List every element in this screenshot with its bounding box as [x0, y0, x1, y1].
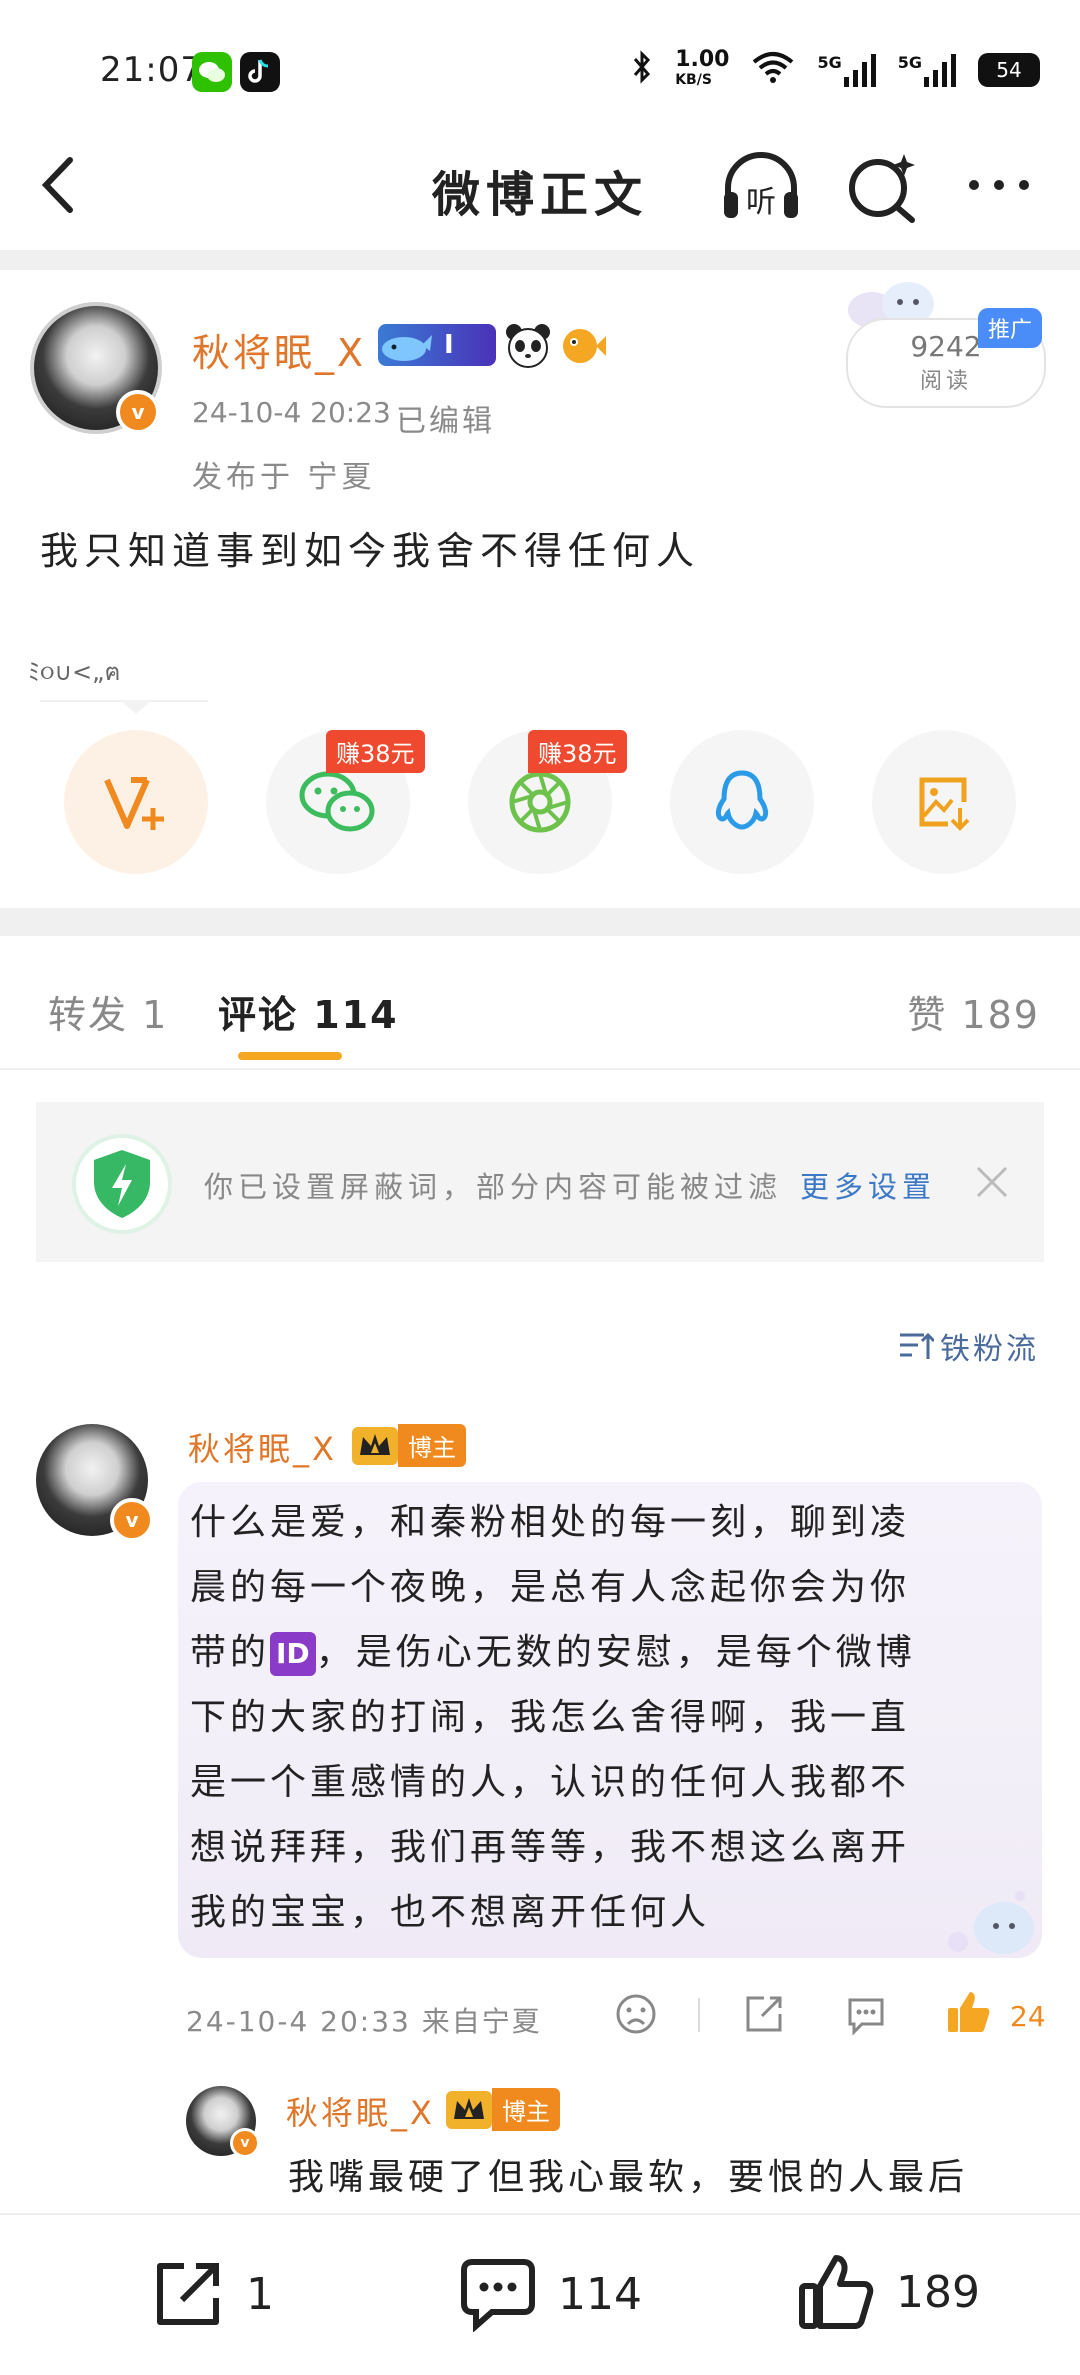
- blogger-badge-label: 博主: [398, 1424, 466, 1467]
- reply-username[interactable]: 秋将眠_X: [286, 2088, 435, 2134]
- more-dots-icon: [969, 180, 1029, 190]
- share-weibo-button[interactable]: [64, 730, 208, 874]
- comment-line: 什么是爱，和秦粉相处的每一刻，聊到凌: [190, 1502, 911, 1543]
- comment-like-count: 24: [1010, 2000, 1046, 2033]
- reply-badge-label: 博主: [492, 2088, 560, 2131]
- promo-badge: 推广: [978, 308, 1043, 348]
- comment-username[interactable]: 秋将眠_X: [188, 1424, 337, 1470]
- comment-bubble-icon: [461, 2259, 535, 2332]
- reply-verified-icon: v: [230, 2128, 260, 2158]
- tab-repost[interactable]: 转发 1: [48, 984, 168, 1039]
- earn-badge-2: 赚38元: [528, 730, 627, 773]
- bottom-like-button[interactable]: 189: [796, 2252, 980, 2332]
- bubble-mascot-decoration: [944, 1884, 1040, 1960]
- blogger-badge: 博主: [352, 1424, 466, 1467]
- tooltip-caret: [120, 700, 152, 714]
- close-notice-button[interactable]: [974, 1164, 1010, 1200]
- wechat-icon: [299, 771, 375, 832]
- battery-indicator: 54: [978, 53, 1040, 87]
- comment-meta: 24-10-4 20:33 来自宁夏: [186, 2005, 542, 2038]
- comment-line: 想说拜拜，我们再等等，我不想这么离开: [190, 1827, 911, 1868]
- earn-badge-1: 赚38元: [326, 730, 425, 773]
- v-plus-icon: [104, 777, 164, 830]
- bottom-like-count: 189: [896, 2266, 980, 2318]
- section-divider: [0, 250, 1080, 270]
- notice-text: 你已设置屏蔽词，部分内容可能被过滤: [204, 1170, 783, 1204]
- image-download-icon: [919, 777, 970, 831]
- wechat-app-icon: [192, 52, 232, 92]
- share-icon: [746, 1996, 782, 2032]
- comment-line: 晨的每一个夜晚，是总有人念起你会为你: [190, 1567, 911, 1608]
- dislike-button[interactable]: [614, 1992, 658, 2036]
- comment-text: 什么是爱，和秦粉相处的每一刻，聊到凌 晨的每一个夜晚，是总有人念起你会为你 带的…: [190, 1490, 1020, 1945]
- reply-blogger-badge: 博主: [446, 2088, 560, 2131]
- comment-line: 带的 ID ，是伤心无数的安慰，是每个微博: [190, 1620, 1020, 1685]
- comment-reply-button[interactable]: [844, 1992, 888, 2036]
- crown-icon: [352, 1426, 398, 1465]
- sad-face-icon: [616, 1994, 656, 2034]
- headphones-icon: 听: [724, 152, 798, 220]
- comment-line: 下的大家的打闹，我怎么舍得啊，我一直: [190, 1697, 911, 1738]
- more-button[interactable]: [964, 170, 1034, 200]
- post-edited: 已编辑: [396, 404, 495, 439]
- sort-label: 铁粉流: [940, 1332, 1039, 1367]
- comment-verified-icon: v: [110, 1498, 154, 1542]
- bottom-repost-button[interactable]: 1: [150, 2256, 274, 2332]
- signal-5g-icon: 5G: [817, 53, 876, 87]
- verified-badge-icon: v: [116, 390, 160, 434]
- bluetooth-icon: [631, 49, 653, 91]
- comment-like-button[interactable]: [944, 1988, 992, 2036]
- post-text: 我只知道事到如今我舍不得任何人: [40, 529, 701, 573]
- fish-icon: [560, 322, 606, 368]
- tab-comment[interactable]: 评论 114: [218, 984, 399, 1039]
- repost-icon: [157, 2263, 219, 2325]
- sort-selector[interactable]: 铁粉流: [898, 1324, 1039, 1368]
- wifi-icon: [751, 50, 795, 91]
- svg-text:听: 听: [746, 185, 776, 220]
- doodle-text: ﾐ૦∪<„ฅ: [28, 658, 121, 686]
- bottom-repost-count: 1: [246, 2268, 274, 2320]
- comment-repost-button[interactable]: [742, 1992, 786, 2036]
- reply-text: 我嘴最硬了但我心最软，要恨的人最后: [288, 2157, 969, 2198]
- share-qq-button[interactable]: [670, 730, 814, 874]
- tab-divider: [0, 1068, 1080, 1070]
- qq-penguin-icon: [715, 770, 769, 830]
- thumbs-up-outline-icon: [799, 2255, 874, 2329]
- thumbs-up-icon: [948, 1992, 990, 2032]
- tab-likes[interactable]: 赞 189: [907, 984, 1040, 1039]
- signal-5g-icon-2: 5G: [898, 53, 956, 87]
- search-button[interactable]: [846, 150, 920, 224]
- action-divider: [698, 1998, 700, 2032]
- crown-icon: [446, 2090, 492, 2129]
- shield-icon: [70, 1132, 174, 1236]
- tiktok-app-icon: [240, 52, 280, 92]
- comment-icon: [848, 1998, 884, 2036]
- read-label: 阅读: [919, 369, 972, 394]
- listen-button[interactable]: 听: [718, 148, 804, 224]
- bottom-comment-button[interactable]: 114: [458, 2256, 642, 2332]
- close-icon: [976, 1166, 1008, 1198]
- active-tab-indicator: [238, 1052, 342, 1060]
- comment-line: 我的宝宝，也不想离开任何人: [190, 1892, 711, 1933]
- status-time: 21:07: [100, 50, 203, 90]
- post-username[interactable]: 秋将眠_X: [192, 322, 366, 377]
- membership-rank-badge[interactable]: I: [378, 324, 496, 366]
- save-image-button[interactable]: [872, 730, 1016, 874]
- id-emoji-tag: ID: [270, 1632, 316, 1676]
- bottom-comment-count: 114: [558, 2268, 642, 2320]
- rank-text: I: [444, 330, 454, 360]
- moments-icon: [509, 771, 571, 833]
- panda-icon: [504, 322, 552, 368]
- post-location: 发布于 宁夏: [192, 460, 376, 495]
- sort-icon: [900, 1332, 934, 1359]
- comment-line: 是一个重感情的人，认识的任何人我都不: [190, 1762, 911, 1803]
- status-right: 1.00 KB/S 5G 5G 54: [631, 48, 1040, 92]
- whale-icon: [382, 335, 432, 361]
- section-divider-2: [0, 908, 1080, 936]
- post-datetime: 24-10-4 20:23: [192, 396, 391, 429]
- net-speed: 1.00 KB/S: [675, 47, 730, 89]
- more-settings-link[interactable]: 更多设置: [800, 1164, 936, 1206]
- search-sparkle-icon: [849, 154, 915, 223]
